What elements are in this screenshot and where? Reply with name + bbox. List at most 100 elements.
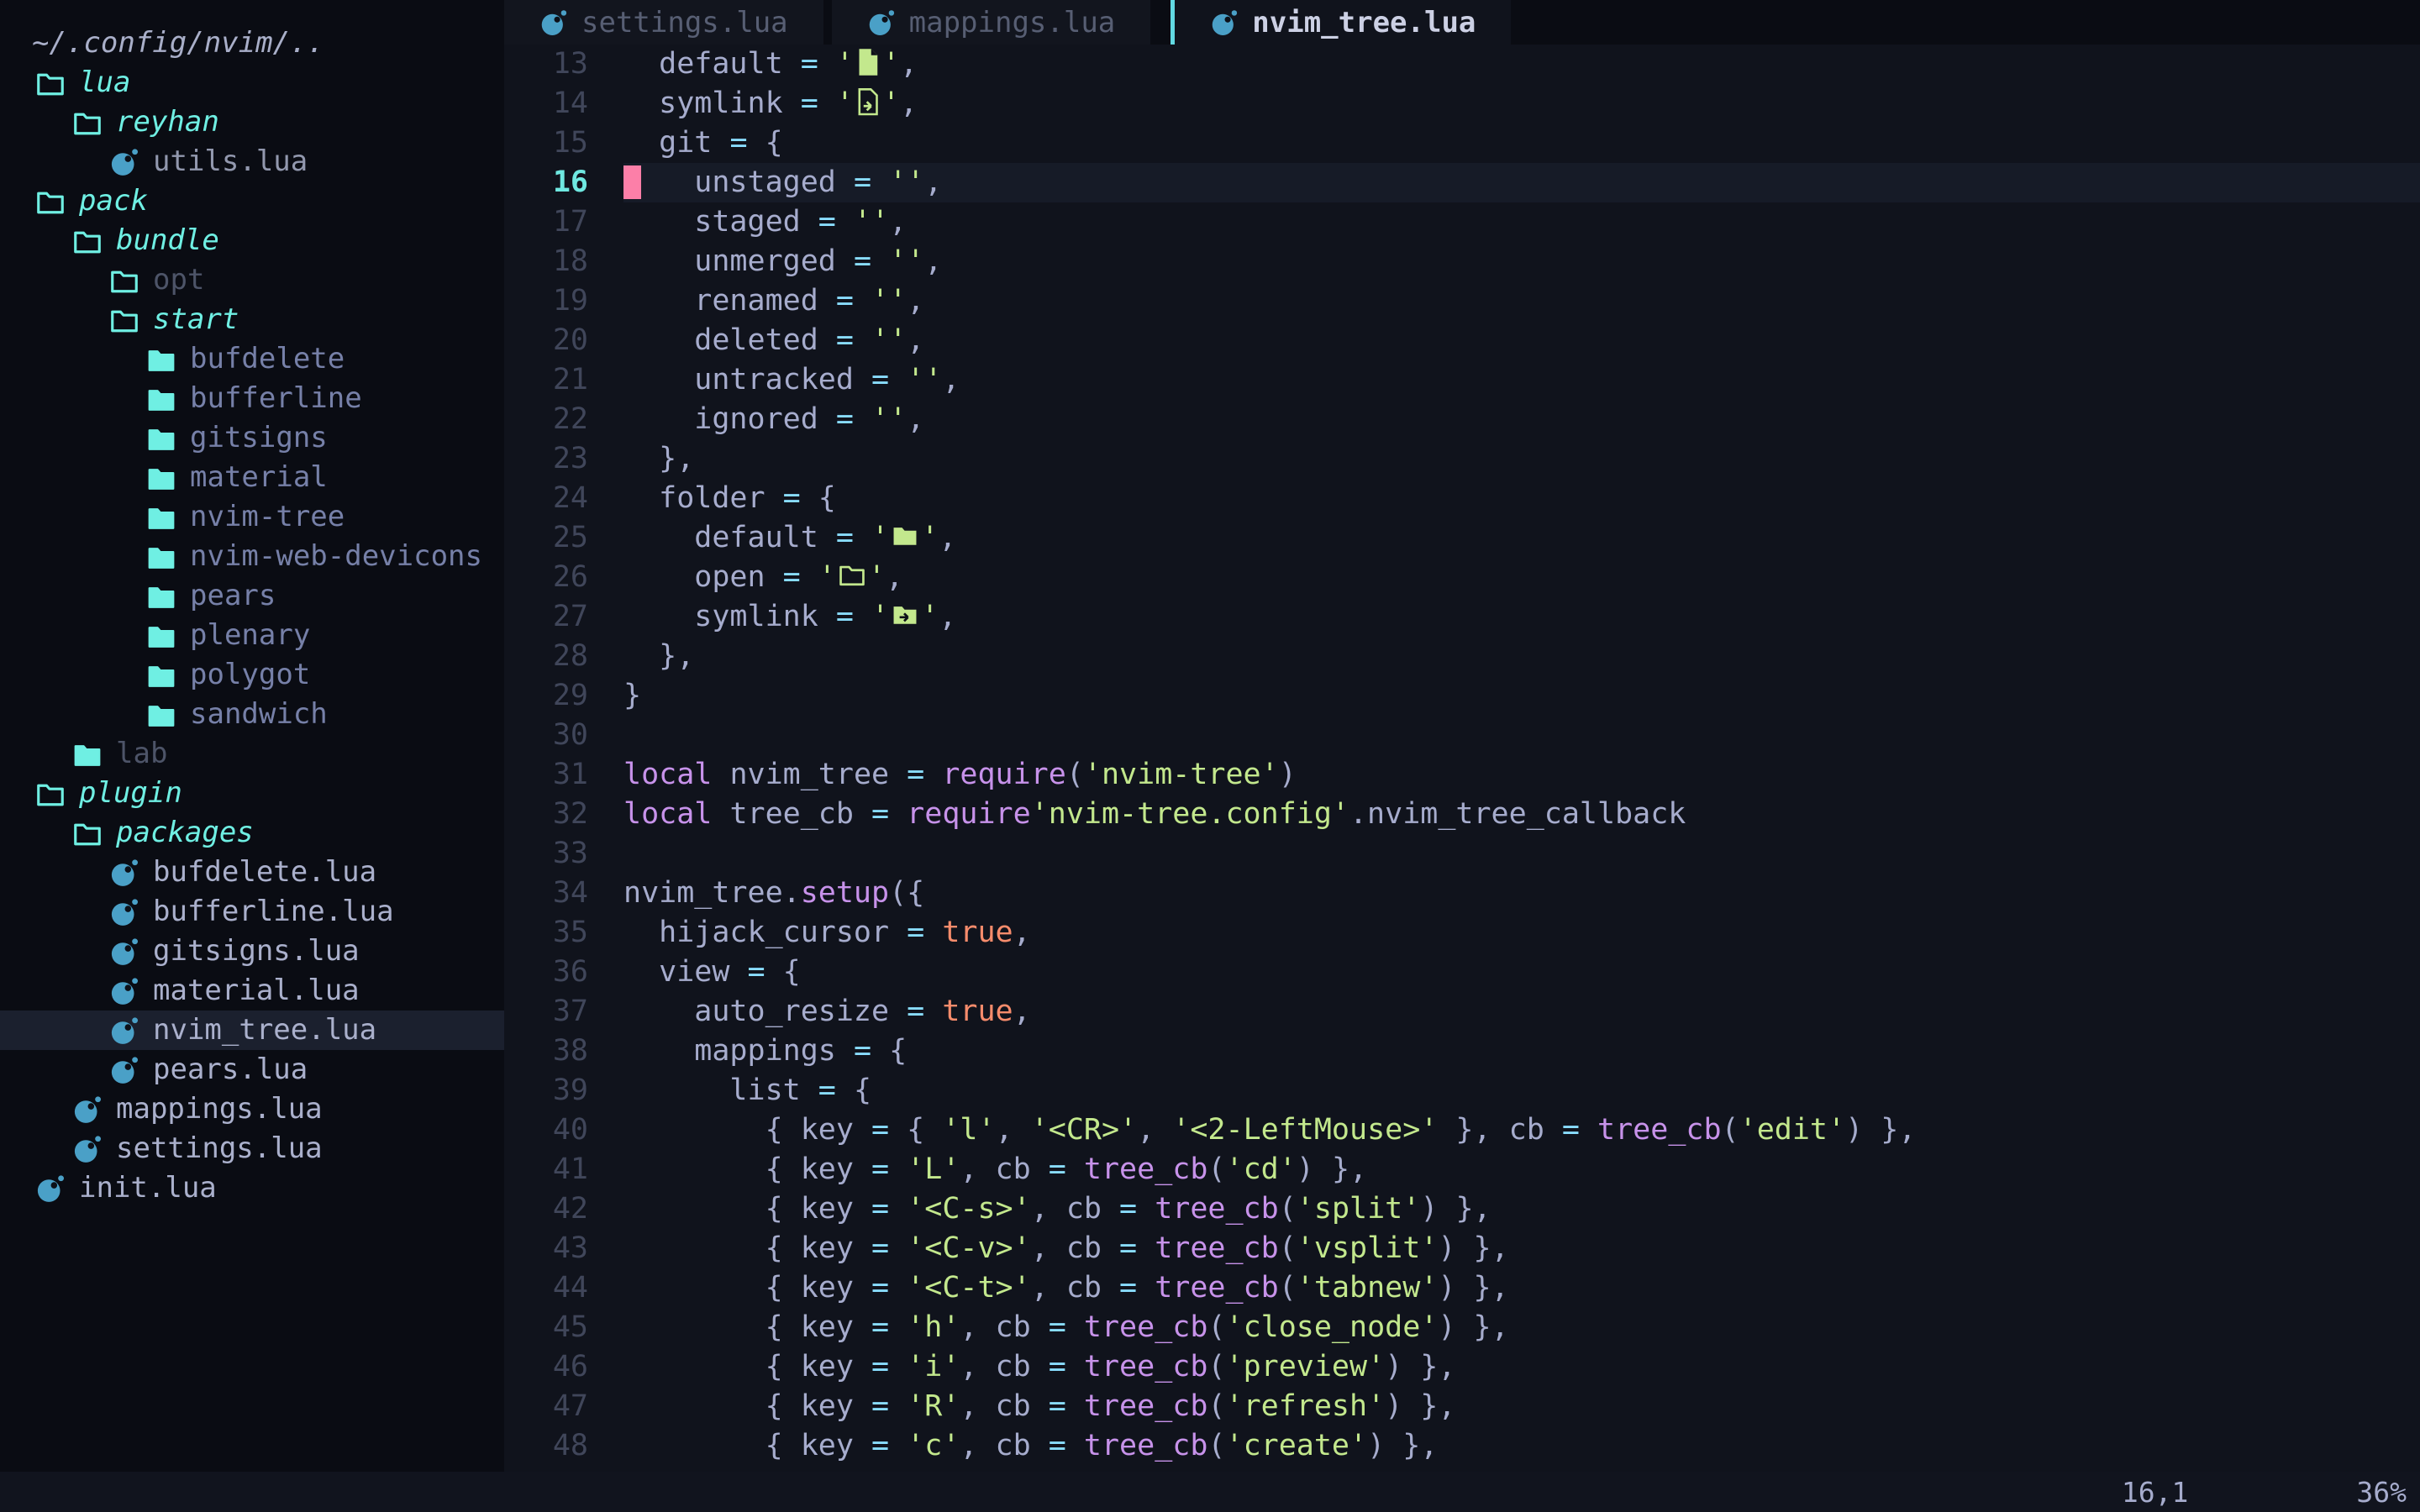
tab-settings.lua[interactable]: settings.lua — [504, 0, 823, 45]
tree-item-sandwich[interactable]: sandwich — [0, 695, 504, 734]
line-number: 39 — [504, 1071, 588, 1110]
tab-mappings.lua[interactable]: mappings.lua — [832, 0, 1151, 45]
tree-item-init.lua[interactable]: init.lua — [0, 1168, 504, 1208]
tree-root-path[interactable]: ~/.config/nvim/.. — [0, 24, 504, 63]
code-line-22[interactable]: 22 ignored = '', — [504, 400, 2420, 439]
line-number: 28 — [504, 637, 588, 676]
tree-item-label: bufferline.lua — [153, 892, 394, 932]
tree-item-label: bufdelete — [190, 339, 345, 379]
line-number: 37 — [504, 992, 588, 1032]
code-line-33[interactable]: 33 — [504, 834, 2420, 874]
code-line-17[interactable]: 17 staged = '', — [504, 202, 2420, 242]
tree-item-settings.lua[interactable]: settings.lua — [0, 1129, 504, 1168]
tree-item-utils.lua[interactable]: utils.lua — [0, 142, 504, 181]
file-symlink-icon — [855, 87, 881, 117]
tree-item-material.lua[interactable]: material.lua — [0, 971, 504, 1011]
tab-label: mappings.lua — [909, 6, 1116, 39]
code-line-23[interactable]: 23 }, — [504, 439, 2420, 479]
tree-item-label: opt — [153, 260, 204, 300]
tree-item-bufdelete.lua[interactable]: bufdelete.lua — [0, 853, 504, 892]
code-text: untracked = '', — [623, 360, 2420, 400]
tree-item-opt[interactable]: opt — [0, 260, 504, 300]
code-line-13[interactable]: 13 default = '', — [504, 45, 2420, 84]
tree-item-bufferline.lua[interactable]: bufferline.lua — [0, 892, 504, 932]
code-line-40[interactable]: 40 { key = { 'l', '<CR>', '<2-LeftMouse>… — [504, 1110, 2420, 1150]
code-line-15[interactable]: 15 git = { — [504, 123, 2420, 163]
code-line-36[interactable]: 36 view = { — [504, 953, 2420, 992]
code-line-21[interactable]: 21 untracked = '', — [504, 360, 2420, 400]
tree-item-pears.lua[interactable]: pears.lua — [0, 1050, 504, 1089]
code-line-34[interactable]: 34nvim_tree.setup({ — [504, 874, 2420, 913]
code-line-29[interactable]: 29} — [504, 676, 2420, 716]
tree-item-bufferline[interactable]: bufferline — [0, 379, 504, 418]
code-line-37[interactable]: 37 auto_resize = true, — [504, 992, 2420, 1032]
tree-item-start[interactable]: start — [0, 300, 504, 339]
code-line-47[interactable]: 47 { key = 'R', cb = tree_cb('refresh') … — [504, 1387, 2420, 1426]
tree-item-bufdelete[interactable]: bufdelete — [0, 339, 504, 379]
folder-open-green-icon — [838, 561, 866, 590]
code-text: unmerged = '', — [623, 242, 2420, 281]
code-line-43[interactable]: 43 { key = '<C-v>', cb = tree_cb('vsplit… — [504, 1229, 2420, 1268]
code-text: view = { — [623, 953, 2420, 992]
folder-open-icon — [35, 186, 66, 217]
code-line-27[interactable]: 27 symlink = '', — [504, 597, 2420, 637]
folder-open-icon — [109, 265, 139, 296]
code-line-26[interactable]: 26 open = '', — [504, 558, 2420, 597]
code-line-45[interactable]: 45 { key = 'h', cb = tree_cb('close_node… — [504, 1308, 2420, 1347]
code-line-44[interactable]: 44 { key = '<C-t>', cb = tree_cb('tabnew… — [504, 1268, 2420, 1308]
tree-item-polygot[interactable]: polygot — [0, 655, 504, 695]
tree-item-nvim-tree[interactable]: nvim-tree — [0, 497, 504, 537]
tree-item-plenary[interactable]: plenary — [0, 616, 504, 655]
code-line-48[interactable]: 48 { key = 'c', cb = tree_cb('create') }… — [504, 1426, 2420, 1466]
code-line-30[interactable]: 30 — [504, 716, 2420, 755]
code-text: default = '', — [623, 518, 2420, 558]
lua-icon — [35, 1173, 66, 1204]
code-line-46[interactable]: 46 { key = 'i', cb = tree_cb('preview') … — [504, 1347, 2420, 1387]
code-line-28[interactable]: 28 }, — [504, 637, 2420, 676]
code-line-38[interactable]: 38 mappings = { — [504, 1032, 2420, 1071]
code-line-24[interactable]: 24 folder = { — [504, 479, 2420, 518]
cursor — [623, 165, 641, 199]
code-line-32[interactable]: 32local tree_cb = require'nvim-tree.conf… — [504, 795, 2420, 834]
tree-item-plugin[interactable]: plugin — [0, 774, 504, 813]
code-line-19[interactable]: 19 renamed = '', — [504, 281, 2420, 321]
line-number: 21 — [504, 360, 588, 400]
code-line-20[interactable]: 20 deleted = '', — [504, 321, 2420, 360]
code-text: local nvim_tree = require('nvim-tree') — [623, 755, 2420, 795]
code-line-31[interactable]: 31local nvim_tree = require('nvim-tree') — [504, 755, 2420, 795]
tree-item-nvim-web-devicons[interactable]: nvim-web-devicons — [0, 537, 504, 576]
code-editor[interactable]: 13 default = '',14 symlink = '',15 git =… — [504, 45, 2420, 1472]
code-line-14[interactable]: 14 symlink = '', — [504, 84, 2420, 123]
tree-item-lab[interactable]: lab — [0, 734, 504, 774]
tree-item-lua[interactable]: lua — [0, 63, 504, 102]
line-number: 45 — [504, 1308, 588, 1347]
code-line-41[interactable]: 41 { key = 'L', cb = tree_cb('cd') }, — [504, 1150, 2420, 1189]
code-line-25[interactable]: 25 default = '', — [504, 518, 2420, 558]
line-number: 40 — [504, 1110, 588, 1150]
tree-item-material[interactable]: material — [0, 458, 504, 497]
tree-item-gitsigns.lua[interactable]: gitsigns.lua — [0, 932, 504, 971]
file-tree: ~/.config/nvim/..luareyhanutils.luapackb… — [0, 0, 504, 1472]
tree-item-bundle[interactable]: bundle — [0, 221, 504, 260]
lua-icon — [72, 1134, 103, 1164]
tree-item-nvim_tree.lua[interactable]: nvim_tree.lua — [0, 1011, 504, 1050]
tree-item-label: plugin — [79, 774, 182, 813]
code-line-16[interactable]: 16 unstaged = '', — [504, 163, 2420, 202]
tree-item-pack[interactable]: pack — [0, 181, 504, 221]
code-line-39[interactable]: 39 list = { — [504, 1071, 2420, 1110]
tree-item-label: sandwich — [190, 695, 328, 734]
code-text: nvim_tree.setup({ — [623, 874, 2420, 913]
code-line-42[interactable]: 42 { key = '<C-s>', cb = tree_cb('split'… — [504, 1189, 2420, 1229]
folder-icon — [146, 660, 176, 690]
tree-item-gitsigns[interactable]: gitsigns — [0, 418, 504, 458]
folder-icon — [146, 621, 176, 651]
code-text: deleted = '', — [623, 321, 2420, 360]
tree-item-reyhan[interactable]: reyhan — [0, 102, 504, 142]
folder-open-icon — [72, 226, 103, 256]
tree-item-packages[interactable]: packages — [0, 813, 504, 853]
code-line-35[interactable]: 35 hijack_cursor = true, — [504, 913, 2420, 953]
code-line-18[interactable]: 18 unmerged = '', — [504, 242, 2420, 281]
tree-item-pears[interactable]: pears — [0, 576, 504, 616]
tab-nvim_tree.lua[interactable]: nvim_tree.lua — [1175, 0, 1511, 45]
tree-item-mappings.lua[interactable]: mappings.lua — [0, 1089, 504, 1129]
